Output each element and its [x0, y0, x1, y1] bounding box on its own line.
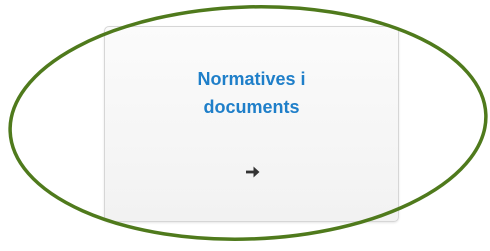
- card-title-line-1: Normatives i: [197, 69, 306, 89]
- card-title-line-2: documents: [203, 97, 300, 117]
- normatives-documents-card[interactable]: Normatives i documents: [104, 26, 399, 222]
- card-title: Normatives i documents: [105, 65, 398, 121]
- arrow-right-icon: [246, 166, 260, 178]
